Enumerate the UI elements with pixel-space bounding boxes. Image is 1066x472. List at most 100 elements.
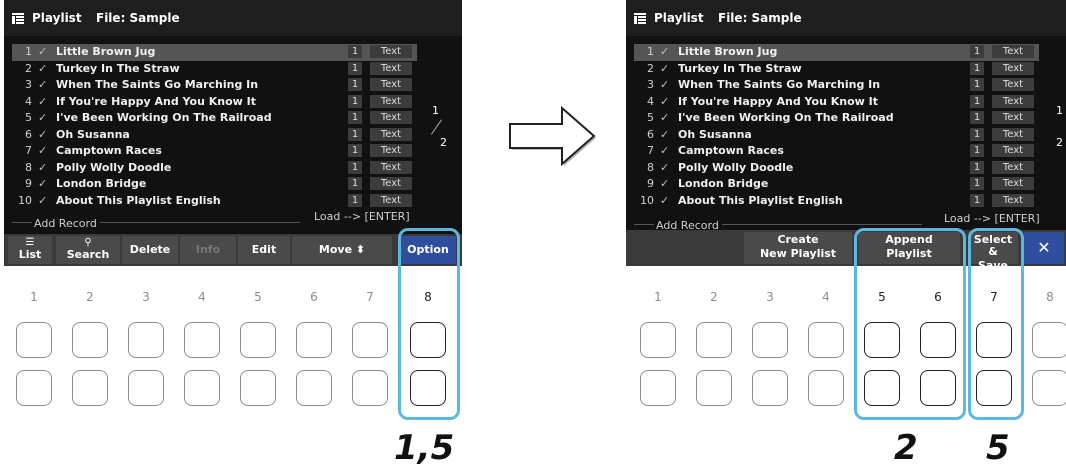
edit-button[interactable]: Edit (238, 236, 290, 264)
check-icon: ✓ (38, 127, 48, 141)
panel-button-8-upper[interactable] (1032, 322, 1066, 358)
close-button[interactable]: ✕ (1024, 232, 1064, 264)
song-count: 1 (348, 94, 362, 108)
step-number-label: 1,5 (394, 428, 455, 468)
panel-button-1-upper[interactable] (16, 322, 52, 358)
row-number: 9 (25, 177, 32, 190)
panel-button-7-lower[interactable] (352, 370, 388, 406)
panel-button-2-lower[interactable] (72, 370, 108, 406)
key-number: 5 (254, 290, 262, 304)
song-title: About This Playlist English (56, 193, 221, 207)
panel-button-1-upper[interactable] (640, 322, 676, 358)
create-new-playlist-button[interactable]: Create New Playlist (744, 232, 852, 264)
playlist-row[interactable]: 6 ✓ Oh Susanna 1 Text (12, 127, 417, 144)
song-count: 1 (970, 94, 984, 108)
check-icon: ✓ (660, 127, 670, 141)
panel-button-4-lower[interactable] (808, 370, 844, 406)
list-button[interactable]: ☰ List (8, 236, 52, 264)
text-tag: Text (370, 160, 412, 174)
song-title: When The Saints Go Marching In (56, 78, 259, 91)
check-icon: ✓ (38, 61, 48, 75)
row-number: 2 (647, 61, 654, 75)
add-record-label[interactable]: Add Record (34, 217, 97, 230)
text-tag: Text (370, 78, 412, 91)
check-icon: ✓ (660, 61, 670, 75)
panel-button-2-upper[interactable] (696, 322, 732, 358)
playlist-row[interactable]: 5 ✓ I've Been Working On The Railroad 1 Text (634, 110, 1039, 127)
search-button[interactable]: ⚲ Search (56, 236, 120, 264)
playlist-row[interactable]: 3 ✓ When The Saints Go Marching In 1 Text (634, 77, 1039, 94)
key-number: 3 (142, 290, 150, 304)
playlist-row[interactable]: 9 ✓ London Bridge 1 Text (12, 176, 417, 193)
panel-button-4-upper[interactable] (184, 322, 220, 358)
panel-button-3-lower[interactable] (752, 370, 788, 406)
panel-button-3-upper[interactable] (752, 322, 788, 358)
song-title: Polly Wolly Doodle (678, 160, 794, 174)
playlist-row[interactable]: 10 ✓ About This Playlist English 1 Text (12, 193, 417, 210)
playlist-screen-before: Playlist File: Sample 1 ✓ Little Brown Jug… (4, 0, 462, 266)
divider (12, 222, 32, 223)
text-tag: Text (992, 111, 1034, 124)
playlist-row[interactable]: 3 ✓ When The Saints Go Marching In 1 Text (12, 77, 417, 94)
text-tag: Text (992, 177, 1034, 190)
song-title: Oh Susanna (678, 127, 752, 141)
row-number: 1 (25, 45, 32, 58)
key-number: 4 (822, 290, 830, 304)
panel-button-4-upper[interactable] (808, 322, 844, 358)
row-number: 5 (647, 111, 654, 124)
panel-button-1-lower[interactable] (16, 370, 52, 406)
playlist-row[interactable]: 7 ✓ Camptown Races 1 Text (12, 143, 417, 160)
row-number: 1 (647, 45, 654, 58)
check-icon: ✓ (660, 177, 670, 190)
panel-button-5-upper[interactable] (240, 322, 276, 358)
row-number: 8 (25, 160, 32, 174)
playlist-row[interactable]: 2 ✓ Turkey In The Straw 1 Text (634, 61, 1039, 78)
delete-button[interactable]: Delete (122, 236, 178, 264)
key-number: 1 (654, 290, 662, 304)
song-count: 1 (348, 193, 362, 207)
playlist-row[interactable]: 6 ✓ Oh Susanna 1 Text (634, 127, 1039, 144)
playlist-row[interactable]: 7 ✓ Camptown Races 1 Text (634, 143, 1039, 160)
panel-button-2-lower[interactable] (696, 370, 732, 406)
check-icon: ✓ (38, 160, 48, 174)
playlist-screen-after: Playlist File: Sample 1 ✓ Little Brown Jug… (626, 0, 1066, 266)
playlist-row[interactable]: 4 ✓ If You're Happy And You Know It 1 Text (12, 94, 417, 111)
panel-button-3-upper[interactable] (128, 322, 164, 358)
move-button[interactable]: Move ⬍ (292, 236, 392, 264)
load-hint: Load --> [ENTER] (314, 210, 410, 223)
row-number: 3 (25, 78, 32, 91)
text-tag: Text (370, 177, 412, 190)
highlight-frame (854, 228, 966, 420)
panel-button-4-lower[interactable] (184, 370, 220, 406)
panel-button-3-lower[interactable] (128, 370, 164, 406)
panel-button-7-upper[interactable] (352, 322, 388, 358)
playlist-row[interactable]: 2 ✓ Turkey In The Straw 1 Text (12, 61, 417, 78)
playlist-row[interactable]: 4 ✓ If You're Happy And You Know It 1 Text (634, 94, 1039, 111)
key-number: 3 (766, 290, 774, 304)
playlist-row[interactable]: 10 ✓ About This Playlist English 1 Text (634, 193, 1039, 210)
info-button[interactable]: Info (180, 236, 236, 264)
panel-button-2-upper[interactable] (72, 322, 108, 358)
playlist-row[interactable]: 8 ✓ Polly Wolly Doodle 1 Text (634, 160, 1039, 177)
panel-button-8-lower[interactable] (1032, 370, 1066, 406)
panel-button-6-lower[interactable] (296, 370, 332, 406)
playlist-row[interactable]: 8 ✓ Polly Wolly Doodle 1 Text (12, 160, 417, 177)
playlist-row[interactable]: 5 ✓ I've Been Working On The Railroad 1 Text (12, 110, 417, 127)
panel-button-5-lower[interactable] (240, 370, 276, 406)
row-number: 4 (25, 94, 32, 108)
key-number: 6 (310, 290, 318, 304)
playlist-row[interactable]: 1 ✓ Little Brown Jug 1 Text (12, 44, 417, 61)
file-name: File: Sample (718, 11, 802, 25)
song-count: 1 (348, 160, 362, 174)
panel-button-1-lower[interactable] (640, 370, 676, 406)
panel-button-6-upper[interactable] (296, 322, 332, 358)
song-count: 1 (970, 193, 984, 207)
song-count: 1 (970, 177, 984, 190)
song-title: If You're Happy And You Know It (56, 94, 256, 108)
playlist-row[interactable]: 9 ✓ London Bridge 1 Text (634, 176, 1039, 193)
song-count: 1 (348, 177, 362, 190)
song-title: Polly Wolly Doodle (56, 160, 172, 174)
playlist-row[interactable]: 1 ✓ Little Brown Jug 1 Text (634, 44, 1039, 61)
screen-title: Playlist (654, 11, 704, 25)
check-icon: ✓ (660, 193, 670, 207)
